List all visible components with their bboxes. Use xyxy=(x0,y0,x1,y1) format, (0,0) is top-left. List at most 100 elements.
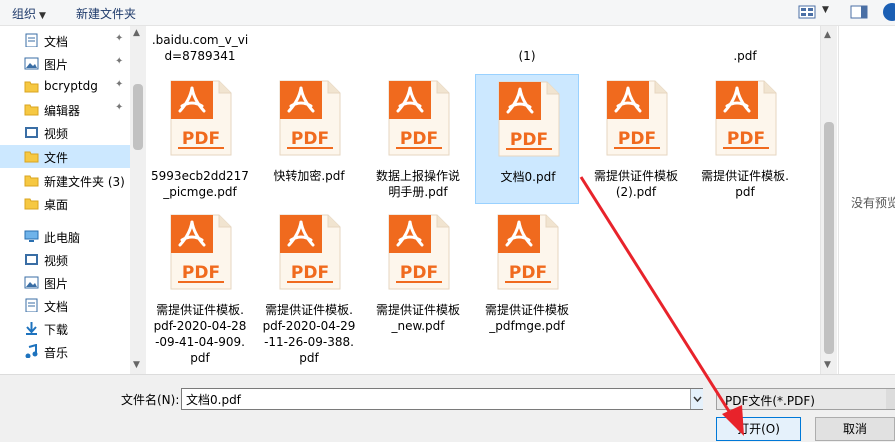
sidebar-item[interactable]: 编辑器 ✦ xyxy=(0,98,130,121)
organize-button[interactable]: 组织 ▼ xyxy=(12,5,46,22)
file-item[interactable]: PDF 需提供证件模板. pdf-2020-04-28 -09-41-04-909… xyxy=(148,208,252,365)
preview-pane-icon[interactable] xyxy=(850,4,868,20)
nav-scrollbar-thumb[interactable] xyxy=(133,84,143,150)
folder-icon xyxy=(24,81,39,93)
no-preview-text: 没有预览 xyxy=(851,196,895,210)
svg-text:PDF: PDF xyxy=(727,129,765,149)
pin-icon: ✦ xyxy=(115,79,124,90)
file-item[interactable]: PDF 快转加密.pdf xyxy=(257,74,361,204)
sidebar-item-label: 文档 xyxy=(44,35,69,49)
sidebar-item-label: 桌面 xyxy=(44,198,69,212)
sidebar-item[interactable]: bcryptdg ✦ xyxy=(0,75,130,98)
sidebar-item[interactable]: 音乐 xyxy=(0,340,130,363)
sidebar-item-label: 下载 xyxy=(44,323,69,337)
file-name-label: (1) xyxy=(518,49,536,63)
file-name-label: .pdf xyxy=(733,49,757,63)
file-item[interactable]: PDF 数据上报操作说 明手册.pdf xyxy=(366,74,470,204)
sidebar-item-label: 文件 xyxy=(44,151,69,165)
picture-icon xyxy=(24,276,39,289)
sidebar-item[interactable]: 文件 xyxy=(0,145,130,168)
sidebar-item-label: 此电脑 xyxy=(44,231,81,245)
file-item[interactable]: PDF 文档0.pdf xyxy=(475,74,579,204)
file-item[interactable]: PDF 需提供证件模板 _new.pdf xyxy=(366,208,470,338)
sidebar-item-label: 新建文件夹 (3) xyxy=(44,175,125,189)
folder-icon xyxy=(24,104,39,116)
file-view-scrollbar-thumb[interactable] xyxy=(824,122,834,354)
sidebar-item[interactable]: 下载 xyxy=(0,317,130,340)
dialog-footer: 文件名(N): PDF文件(*.PDF) 打开(O) 取消 xyxy=(0,374,895,442)
pdf-file-icon: PDF xyxy=(279,80,341,156)
sidebar-item[interactable]: 文档 ✦ xyxy=(0,29,130,52)
help-icon[interactable] xyxy=(883,3,895,21)
sidebar-item[interactable]: 图片 xyxy=(0,271,130,294)
file-name-label: 需提供证件模板. pdf-2020-04-28 -09-41-04-909. p… xyxy=(153,303,247,365)
sidebar-item-label: 文档 xyxy=(44,300,69,314)
chevron-down-icon xyxy=(693,396,702,403)
sidebar-item[interactable]: 图片 ✦ xyxy=(0,52,130,75)
file-item[interactable]: PDF 需提供证件模板 (2).pdf xyxy=(584,74,688,204)
scroll-up-icon[interactable]: ▲ xyxy=(824,30,831,40)
file-name-label: 快转加密.pdf xyxy=(273,169,345,183)
filename-input[interactable] xyxy=(181,388,703,410)
sidebar-item[interactable]: 视频 xyxy=(0,248,130,271)
document-icon xyxy=(25,33,38,47)
video-icon xyxy=(25,254,38,265)
sidebar-item[interactable]: 视频 xyxy=(0,121,130,144)
svg-text:PDF: PDF xyxy=(400,263,438,283)
sidebar-item[interactable]: 此电脑 xyxy=(0,225,130,248)
pdf-file-icon: PDF xyxy=(715,80,777,156)
filename-dropdown-button[interactable] xyxy=(690,389,703,409)
file-name-label: .baidu.com_v_vi d=8789341 xyxy=(151,33,249,63)
sidebar-item-label: 视频 xyxy=(44,254,69,268)
sidebar-item[interactable]: 文档 xyxy=(0,294,130,317)
file-item[interactable]: PDF 5993ecb2dd217 _picmge.pdf xyxy=(148,74,252,204)
view-mode-icon[interactable] xyxy=(798,4,816,20)
svg-text:PDF: PDF xyxy=(182,129,220,149)
file-view: .baidu.com_v_vi d=8789341 (1) .pdf PDF 5993e… xyxy=(146,26,820,374)
computer-icon xyxy=(24,230,39,242)
file-name-label: 5993ecb2dd217 _picmge.pdf xyxy=(151,169,249,199)
file-item[interactable]: PDF 需提供证件模板. pdf xyxy=(693,74,797,204)
file-name-label: 需提供证件模板. pdf-2020-04-29 -11-26-09-388. p… xyxy=(262,303,356,365)
view-options-chevron-icon[interactable]: ▼ xyxy=(822,5,829,15)
scroll-up-icon[interactable]: ▲ xyxy=(133,28,140,38)
sidebar-item-label: 图片 xyxy=(44,277,69,291)
svg-text:PDF: PDF xyxy=(509,263,547,283)
file-name-label: 需提供证件模板 _pdfmge.pdf xyxy=(484,303,569,333)
sidebar-item[interactable]: 新建文件夹 (3) xyxy=(0,169,130,192)
organize-label: 组织 xyxy=(12,7,37,21)
file-view-scrollbar[interactable]: ▲ ▼ xyxy=(820,26,837,374)
svg-text:PDF: PDF xyxy=(291,263,329,283)
file-name-label: 文档0.pdf xyxy=(500,170,556,184)
preview-pane: 没有预览 xyxy=(838,26,895,374)
sidebar-item[interactable]: 桌面 xyxy=(0,192,130,215)
pin-icon: ✦ xyxy=(115,33,124,44)
scroll-down-icon[interactable]: ▼ xyxy=(824,360,831,370)
pdf-file-icon: PDF xyxy=(170,80,232,156)
sidebar-item-label: bcryptdg xyxy=(44,79,98,93)
nav-scrollbar[interactable]: ▲ ▼ xyxy=(130,26,146,374)
download-icon xyxy=(26,322,37,335)
svg-text:PDF: PDF xyxy=(182,263,220,283)
navigation-pane: 文档 ✦ 图片 ✦ bcryptdg ✦ 编辑器 ✦ 视频 文件 新建文件夹 (3) 桌面 此电脑 视频图… xyxy=(0,26,146,374)
file-item[interactable]: PDF 需提供证件模板. pdf-2020-04-29 -11-26-09-388… xyxy=(257,208,361,365)
cancel-button[interactable]: 取消 xyxy=(815,417,895,441)
folder-icon xyxy=(24,198,39,210)
open-button[interactable]: 打开(O) xyxy=(716,417,801,441)
video-icon xyxy=(25,127,38,138)
file-name-label: 数据上报操作说 明手册.pdf xyxy=(375,169,460,199)
filename-label: 文件名(N): xyxy=(121,393,180,407)
file-name-label: 需提供证件模板. pdf xyxy=(701,169,789,199)
sidebar-item-label: 音乐 xyxy=(44,346,69,360)
pdf-file-icon: PDF xyxy=(606,80,668,156)
new-folder-button[interactable]: 新建文件夹 xyxy=(76,5,136,22)
chevron-down-icon: ▼ xyxy=(39,11,46,21)
filetype-select[interactable]: PDF文件(*.PDF) xyxy=(716,388,895,410)
music-icon xyxy=(25,344,38,358)
file-item[interactable]: PDF 需提供证件模板 _pdfmge.pdf xyxy=(475,208,579,338)
pin-icon: ✦ xyxy=(115,56,124,67)
scroll-down-icon[interactable]: ▼ xyxy=(133,360,140,370)
filetype-dropdown-button[interactable] xyxy=(886,389,895,409)
pin-icon: ✦ xyxy=(115,102,124,113)
document-icon xyxy=(25,298,38,312)
